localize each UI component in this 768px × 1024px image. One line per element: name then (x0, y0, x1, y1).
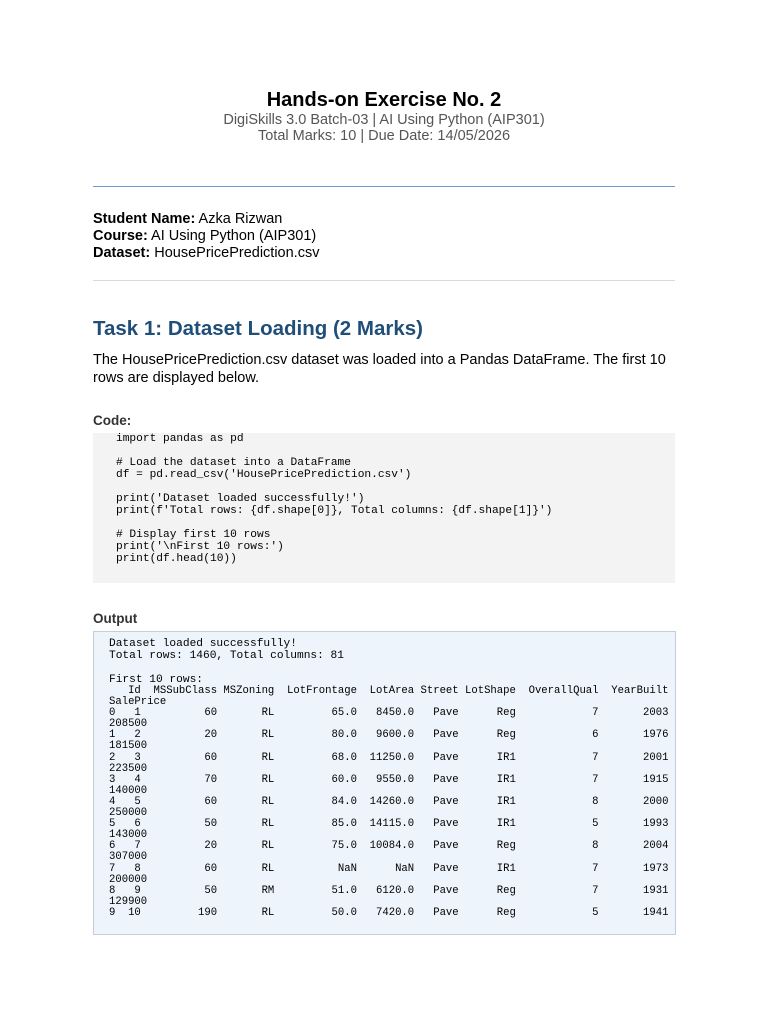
output-table-text: Id MSSubClass MSZoning LotFrontage LotAr… (109, 685, 669, 919)
code-text: import pandas as pd # Load the dataset i… (116, 433, 553, 565)
course-line: Course: AI Using Python (AIP301) (93, 228, 319, 245)
document-subtitle-batch: DigiSkills 3.0 Batch-03 | AI Using Pytho… (223, 112, 545, 128)
code-block: import pandas as pd # Load the dataset i… (93, 433, 675, 583)
document-header: Hands-on Exercise No. 2 DigiSkills 3.0 B… (0, 88, 768, 144)
dataset-label: Dataset: (93, 245, 151, 261)
student-name-label: Student Name: (93, 211, 196, 227)
document-title: Hands-on Exercise No. 2 (266, 89, 502, 111)
student-info: Student Name: Azka Rizwan Course: AI Usi… (93, 211, 319, 262)
header-divider (93, 186, 675, 187)
course-value: AI Using Python (AIP301) (147, 228, 317, 244)
document-page: Hands-on Exercise No. 2 DigiSkills 3.0 B… (0, 0, 768, 1024)
output-block: Dataset loaded successfully! Total rows:… (93, 631, 676, 935)
course-label: Course: (93, 228, 148, 244)
dataset-line: Dataset: HousePricePrediction.csv (93, 245, 319, 262)
code-label: Code: (93, 413, 132, 428)
output-label: Output (93, 611, 138, 626)
task1-description: The HousePricePrediction.csv dataset was… (93, 352, 666, 386)
document-subtitle-marks: Total Marks: 10 | Due Date: 14/05/2026 (257, 128, 511, 144)
dataset-value: HousePricePrediction.csv (150, 245, 320, 261)
student-name-value: Azka Rizwan (195, 211, 283, 227)
task1-heading: Task 1: Dataset Loading (2 Marks) (93, 317, 423, 340)
student-name-line: Student Name: Azka Rizwan (93, 211, 319, 228)
output-intro-text: Dataset loaded successfully! Total rows:… (109, 638, 344, 686)
info-divider (93, 280, 675, 281)
